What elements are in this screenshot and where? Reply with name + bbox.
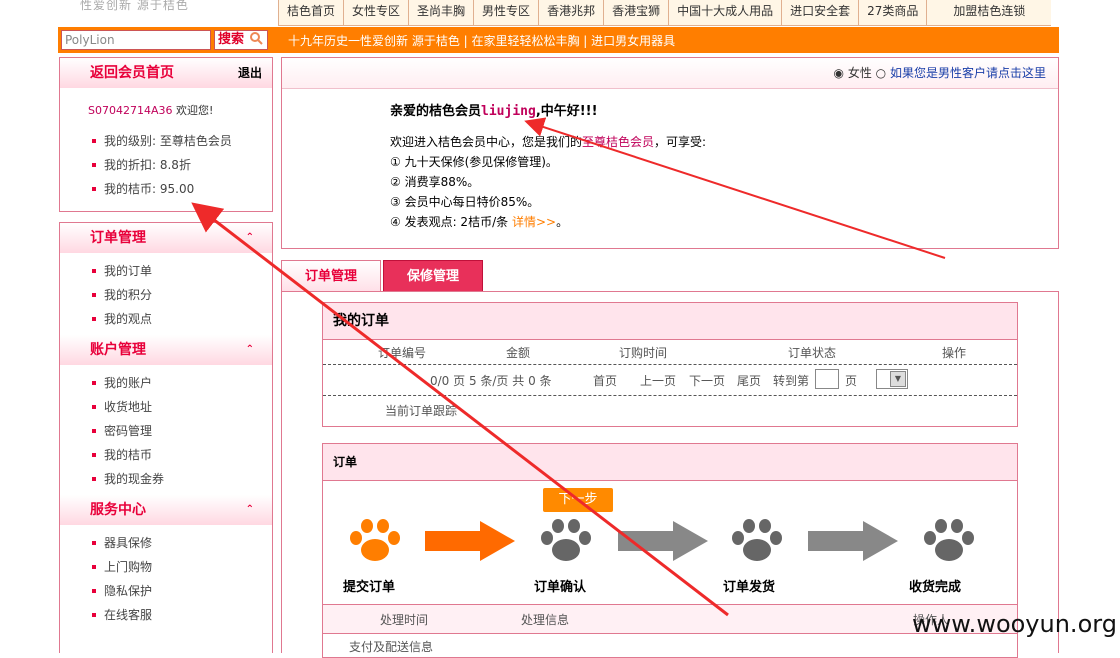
annotation-arrows [191, 117, 946, 617]
watermark: www.wooyun.org [912, 610, 1117, 638]
arrow-to-coins [191, 202, 729, 617]
arrow-to-greeting [524, 117, 946, 259]
